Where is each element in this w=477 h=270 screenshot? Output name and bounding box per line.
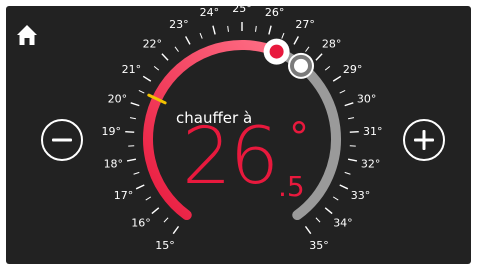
minor-tick [315, 217, 321, 223]
major-tick [212, 25, 216, 35]
major-tick [126, 158, 137, 162]
major-tick [344, 102, 354, 107]
major-tick [172, 225, 180, 235]
minor-tick [153, 65, 160, 71]
scale-label: 33° [351, 189, 371, 202]
scale-label: 31° [363, 125, 383, 138]
major-tick [185, 36, 191, 45]
major-tick [125, 130, 135, 133]
scale-label: 34° [333, 217, 353, 230]
thermostat-screen: 15° 16° 17° 18° 19° 20° 21° 22° 23° 24° 25° 26° 27° 2… [0, 0, 477, 270]
setpoint-integer: 26 [182, 112, 279, 202]
major-tick [130, 102, 140, 107]
major-tick [304, 225, 312, 235]
minor-tick [163, 217, 169, 223]
home-button[interactable] [15, 23, 39, 47]
major-tick [315, 53, 323, 61]
minor-tick [332, 196, 339, 201]
major-tick [142, 75, 152, 82]
major-tick [151, 207, 160, 215]
scale-label: 15° [155, 239, 175, 252]
minor-tick [255, 25, 257, 32]
minor-tick [324, 65, 331, 71]
minor-tick [227, 25, 229, 32]
increase-temperature-button[interactable] [403, 119, 445, 161]
setpoint-degree: ° [289, 115, 309, 161]
decrease-temperature-button[interactable] [41, 119, 83, 161]
major-tick [347, 158, 358, 162]
current-temperature-indicator [288, 52, 315, 79]
setpoint-decimal: .5 [278, 170, 305, 203]
scale-label: 24° [200, 6, 220, 19]
scale-label: 18° [104, 158, 124, 171]
scale-label: 22° [143, 38, 163, 51]
scale-label: 25° [232, 6, 252, 15]
minor-tick [305, 46, 310, 52]
scale-label: 28° [322, 38, 342, 51]
minor-tick [174, 46, 179, 52]
minor-tick [138, 90, 145, 94]
major-tick [349, 130, 359, 133]
minor-tick [129, 117, 137, 120]
major-tick [268, 25, 272, 35]
scale-label: 21° [122, 63, 142, 76]
thermostat-panel: 15° 16° 17° 18° 19° 20° 21° 22° 23° 24° 25° 26° 27° 2… [6, 6, 471, 264]
minor-tick [199, 32, 203, 39]
minor-tick [281, 32, 285, 39]
minus-icon [52, 138, 72, 142]
major-tick [324, 207, 333, 215]
scale-label: 19° [102, 125, 122, 138]
setpoint-handle[interactable] [263, 38, 290, 65]
scale-label: 26° [265, 6, 285, 19]
scale-label: 20° [108, 93, 128, 106]
scale-label: 35° [309, 239, 329, 252]
home-icon [17, 25, 37, 45]
major-tick [161, 53, 169, 61]
scale-label: 29° [343, 63, 363, 76]
scale-label: 17° [114, 189, 134, 202]
major-tick [135, 184, 145, 190]
scale-label: 27° [295, 18, 315, 31]
minor-tick [133, 171, 140, 175]
scale-label: 32° [361, 158, 381, 171]
scale-label: 23° [169, 18, 189, 31]
scale-label: 16° [131, 217, 151, 230]
minor-tick [344, 171, 351, 175]
major-tick [339, 184, 349, 190]
major-tick [332, 75, 342, 82]
minor-tick [145, 196, 152, 201]
minor-tick [347, 117, 355, 120]
scale-label: 30° [357, 93, 377, 106]
minor-tick [339, 90, 346, 94]
major-tick [293, 36, 299, 45]
